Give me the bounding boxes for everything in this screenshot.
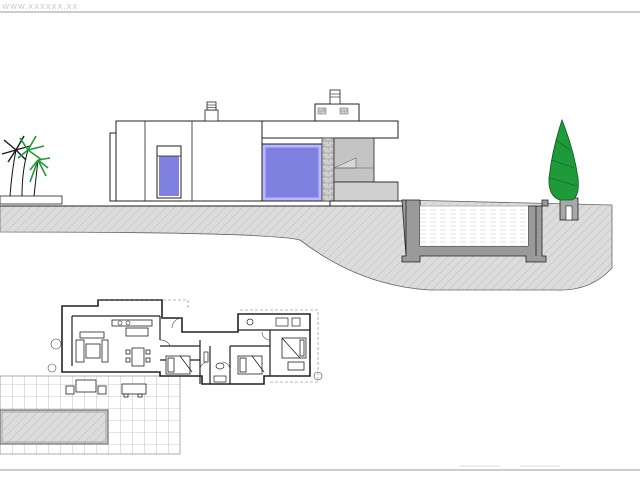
master-bath-fixtures — [246, 317, 301, 327]
drawing-sheet: www.xxxxxx.xx — [0, 0, 640, 480]
living-sofa — [75, 331, 109, 363]
palm-plants — [0, 135, 63, 205]
chimney-left — [204, 101, 219, 122]
master-bed — [281, 337, 307, 371]
cypress-tree — [548, 118, 579, 201]
kitchen-island — [125, 327, 149, 337]
swimming-pool-section — [401, 199, 549, 263]
house-wall-left — [109, 132, 117, 202]
terrace-rail — [333, 181, 399, 202]
roof-slab — [261, 120, 399, 139]
bedroom-2-bed — [237, 355, 265, 375]
door-swing — [159, 339, 171, 347]
pool-plan — [0, 409, 109, 445]
floor-plan — [0, 299, 323, 455]
house-main-volume — [115, 120, 263, 202]
elevation-section — [0, 89, 613, 291]
stone-column — [321, 137, 335, 202]
bathroom-fixtures — [203, 351, 227, 383]
bedroom-1-bed — [165, 355, 193, 375]
architectural-drawing — [0, 11, 640, 471]
dining-table — [125, 347, 151, 367]
